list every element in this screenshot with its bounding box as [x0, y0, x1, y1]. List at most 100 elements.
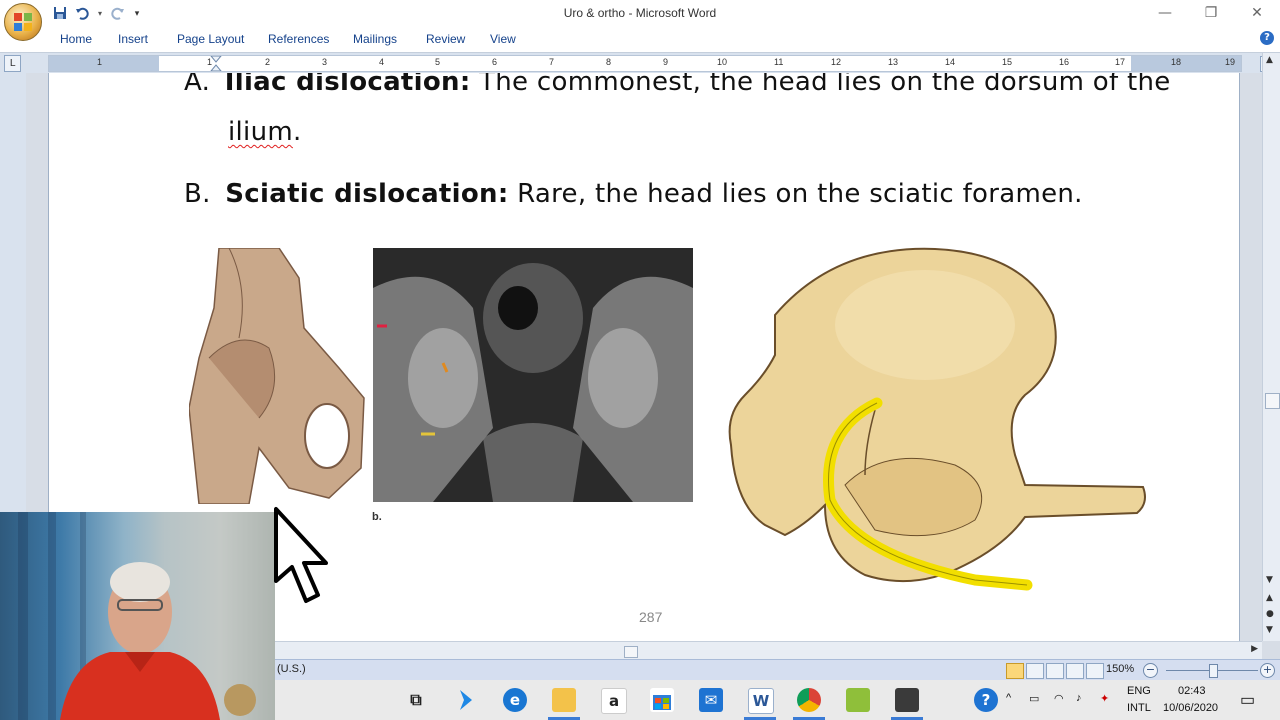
- ruler-number: 8: [606, 57, 612, 67]
- figure-label: b.: [372, 511, 382, 523]
- ruler-number: 19: [1225, 57, 1236, 67]
- input-language[interactable]: ENG: [1127, 685, 1151, 697]
- maximize-button[interactable]: ❐: [1188, 0, 1234, 28]
- input-language-variant[interactable]: INTL: [1127, 702, 1151, 714]
- horizontal-scroll-thumb[interactable]: [624, 646, 638, 658]
- indent-marker-icon[interactable]: [209, 56, 223, 71]
- file-explorer-icon[interactable]: [552, 688, 576, 712]
- ruler-number: 18: [1171, 57, 1182, 67]
- tab-home[interactable]: Home: [60, 32, 92, 46]
- task-view-icon[interactable]: ⧉: [404, 688, 428, 712]
- paragraph-b: B. Sciatic dislocation: Rare, the head l…: [184, 179, 1083, 209]
- word-icon[interactable]: W: [748, 688, 774, 714]
- ribbon-tabs: Home Insert Page Layout References Maili…: [0, 28, 1280, 53]
- vertical-scrollbar[interactable]: ▲ ▼ ▲ ● ▼: [1262, 53, 1280, 641]
- ruler-number: 9: [663, 57, 669, 67]
- help-icon[interactable]: ?: [1260, 31, 1274, 45]
- paragraph-a: A. Iliac dislocation: The commonest, the…: [184, 73, 1171, 97]
- notifications-icon[interactable]: ▭: [1240, 690, 1255, 710]
- tab-references[interactable]: References: [268, 32, 329, 46]
- mail-icon[interactable]: ✉: [699, 688, 723, 712]
- xray-image: [373, 248, 693, 502]
- term-sciatic: Sciatic dislocation:: [225, 179, 509, 209]
- ruler-number: 6: [492, 57, 498, 67]
- window-controls: — ❐ ✕: [1142, 0, 1280, 28]
- scroll-thumb[interactable]: [1265, 393, 1280, 409]
- scroll-right-icon[interactable]: ▶: [1251, 644, 1258, 654]
- ruler-number: 5: [435, 57, 441, 67]
- ruler-bar: L 1 1 2 3 4 5 6 7 8 9 10 11 12 13 14 15 …: [0, 53, 1280, 73]
- horizontal-scrollbar[interactable]: ▶: [275, 641, 1262, 660]
- battery-icon[interactable]: ▭: [1029, 692, 1039, 705]
- term-iliac: Iliac dislocation:: [224, 73, 471, 97]
- paragraph-a-continued: ilium.: [228, 117, 302, 147]
- show-hidden-icons-icon[interactable]: ^: [1006, 692, 1011, 704]
- paragraph-b-text: Rare, the head lies on the sciatic foram…: [508, 179, 1083, 209]
- minimize-button[interactable]: —: [1142, 0, 1188, 28]
- ruler-number: 2: [265, 57, 271, 67]
- ruler-left-margin: [49, 56, 159, 71]
- hip-illustration-image: [189, 248, 365, 504]
- outline-view-icon[interactable]: [1066, 663, 1084, 679]
- draft-view-icon[interactable]: [1086, 663, 1104, 679]
- page-number: 287: [639, 609, 663, 625]
- ruler-number: 13: [888, 57, 899, 67]
- next-page-icon[interactable]: ▼: [1266, 625, 1273, 635]
- tab-insert[interactable]: Insert: [118, 32, 148, 46]
- horizontal-ruler[interactable]: 1 1 2 3 4 5 6 7 8 9 10 11 12 13 14 15 16…: [48, 55, 1242, 72]
- ruler-number: 15: [1002, 57, 1013, 67]
- scroll-up-icon[interactable]: ▲: [1266, 55, 1273, 65]
- title-bar: ▾ ▾ Uro & ortho - Microsoft Word — ❐ ✕: [0, 0, 1280, 28]
- ruler-number: 12: [831, 57, 842, 67]
- tab-mailings[interactable]: Mailings: [353, 32, 397, 46]
- dev-tool-icon[interactable]: [454, 688, 478, 712]
- clock-time[interactable]: 02:43: [1178, 685, 1206, 697]
- language-status[interactable]: (U.S.): [277, 663, 306, 675]
- close-button[interactable]: ✕: [1234, 0, 1280, 28]
- tab-stop-selector[interactable]: L: [4, 55, 21, 72]
- app-tray-icon[interactable]: ✦: [1100, 692, 1109, 705]
- recorder-app-icon[interactable]: [895, 688, 919, 712]
- tab-view[interactable]: View: [490, 32, 516, 46]
- list-marker: A.: [184, 73, 211, 97]
- clock-date[interactable]: 10/06/2020: [1163, 702, 1218, 714]
- tab-review[interactable]: Review: [426, 32, 465, 46]
- previous-page-icon[interactable]: ▲: [1266, 593, 1273, 603]
- zoom-level[interactable]: 150%: [1106, 663, 1134, 675]
- office-button[interactable]: [4, 3, 42, 41]
- store-icon[interactable]: [650, 688, 674, 712]
- ruler-number: 14: [945, 57, 956, 67]
- spelling-flagged-word[interactable]: ilium: [228, 117, 293, 147]
- ruler-number: 1: [97, 57, 103, 67]
- zoom-slider-thumb[interactable]: [1209, 664, 1218, 678]
- ruler-number: 7: [549, 57, 555, 67]
- volume-icon[interactable]: ♪: [1076, 692, 1082, 704]
- paragraph-a-text: The commonest, the head lies on the dors…: [470, 73, 1171, 97]
- view-buttons: [1006, 663, 1104, 679]
- zoom-in-button[interactable]: +: [1260, 663, 1275, 678]
- notes-app-icon[interactable]: [846, 688, 870, 712]
- wifi-icon[interactable]: ◠: [1054, 692, 1064, 705]
- window-title: Uro & ortho - Microsoft Word: [563, 6, 717, 20]
- zoom-out-button[interactable]: −: [1143, 663, 1158, 678]
- scroll-down-icon[interactable]: ▼: [1266, 575, 1273, 585]
- web-layout-view-icon[interactable]: [1046, 663, 1064, 679]
- paragraph-a-punct: .: [292, 117, 302, 147]
- tab-page-layout[interactable]: Page Layout: [177, 32, 244, 46]
- office-logo-icon: [14, 13, 32, 31]
- ruler-number: 17: [1115, 57, 1126, 67]
- pelvis-illustration-image: [728, 247, 1146, 591]
- print-layout-view-icon[interactable]: [1006, 663, 1024, 679]
- help-tray-icon[interactable]: ?: [974, 688, 998, 712]
- chrome-icon[interactable]: [797, 688, 821, 712]
- ruler-number: 16: [1059, 57, 1070, 67]
- webcam-video-overlay: [0, 512, 275, 720]
- amazon-icon[interactable]: a: [601, 688, 627, 714]
- browse-object-icon[interactable]: ●: [1266, 609, 1274, 619]
- presenter-video: [60, 562, 256, 720]
- full-screen-reading-view-icon[interactable]: [1026, 663, 1044, 679]
- ruler-number: 10: [717, 57, 728, 67]
- list-marker: B.: [184, 179, 211, 209]
- mouse-cursor-icon: [274, 507, 328, 603]
- edge-browser-icon[interactable]: e: [503, 688, 527, 712]
